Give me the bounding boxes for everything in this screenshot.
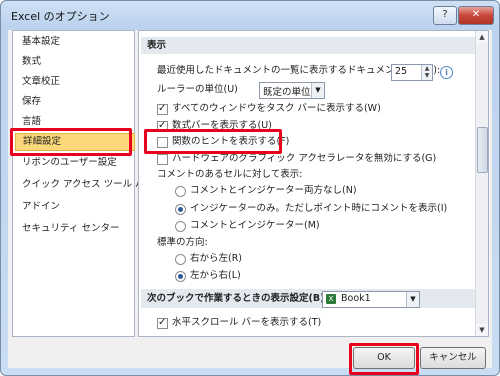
ok-button[interactable]: OK	[353, 347, 415, 369]
sidebar-item-language[interactable]: 言語	[22, 114, 41, 130]
window-title: Excel のオプション	[11, 10, 110, 23]
sidebar-item-formulas[interactable]: 数式	[22, 54, 41, 70]
direction-rtl-radio[interactable]	[175, 254, 186, 265]
comments-none-radio[interactable]	[175, 186, 186, 197]
settings-scrollbar[interactable]: ▲ ▼	[475, 31, 488, 336]
close-button[interactable]: ✕	[458, 6, 494, 25]
ruler-unit-select[interactable]: 既定の単位 ▼	[259, 82, 325, 99]
sidebar-item-general[interactable]: 基本設定	[22, 34, 60, 50]
cancel-button[interactable]: キャンセル	[420, 347, 486, 369]
title-bar: Excel のオプション ? ✕	[1, 1, 499, 29]
scroll-thumb[interactable]	[477, 127, 488, 173]
info-icon[interactable]: i	[440, 66, 453, 79]
dropdown-arrow-icon[interactable]: ▼	[311, 83, 324, 98]
workbook-select[interactable]: X Book1 ▼	[322, 291, 420, 308]
settings-panel: 表示 最近使用したドキュメントの一覧に表示するドキュメントの数(R): 25 ▲…	[138, 30, 489, 337]
dialog-body: 基本設定 数式 文章校正 保存 言語 詳細設定 リボンのユーザー設定 クイック …	[8, 30, 492, 369]
ruler-unit-label: ルーラーの単位(U)	[157, 84, 238, 95]
spinner-arrows-icon[interactable]: ▲ ▼	[421, 65, 432, 80]
sidebar-item-save[interactable]: 保存	[22, 94, 41, 110]
recent-docs-count-input[interactable]: 25 ▲ ▼	[391, 64, 433, 81]
options-dialog: Excel のオプション ? ✕ 基本設定 数式 文章校正 保存 言語 詳細設定…	[0, 0, 500, 376]
sidebar-item-add-ins[interactable]: アドイン	[22, 199, 60, 215]
direction-ltr-radio[interactable]	[175, 271, 186, 282]
excel-workbook-icon: X	[326, 294, 336, 304]
workbook-section-heading: 次のブックで作業するときの表示設定(B):	[141, 289, 475, 308]
direction-label: 標準の方向:	[157, 237, 208, 248]
sidebar-item-proofing[interactable]: 文章校正	[22, 74, 60, 90]
show-function-tips-checkbox[interactable]	[157, 137, 168, 148]
show-hscroll-checkbox[interactable]	[157, 315, 168, 331]
sidebar-item-customize-ribbon[interactable]: リボンのユーザー設定	[22, 155, 117, 171]
comments-label: コメントのあるセルに対して表示:	[157, 169, 303, 180]
sidebar-item-trust-center[interactable]: セキュリティ センター	[22, 221, 119, 237]
show-all-windows-checkbox[interactable]	[157, 101, 168, 117]
disable-hw-accel-checkbox[interactable]	[157, 154, 168, 165]
sidebar-item-quick-access-toolbar[interactable]: クイック アクセス ツール バー	[22, 177, 154, 193]
show-formula-bar-checkbox[interactable]	[157, 118, 168, 134]
category-list: 基本設定 数式 文章校正 保存 言語 詳細設定 リボンのユーザー設定 クイック …	[12, 30, 154, 337]
display-section-heading: 表示	[141, 37, 475, 54]
help-button[interactable]: ?	[433, 6, 457, 25]
comments-indicator-only-radio[interactable]	[175, 204, 186, 215]
dropdown-arrow-icon[interactable]: ▼	[406, 292, 419, 307]
sidebar-item-advanced[interactable]: 詳細設定	[15, 133, 135, 151]
scroll-up-icon[interactable]: ▲	[476, 31, 488, 43]
scroll-down-icon[interactable]: ▼	[476, 324, 488, 336]
comments-both-radio[interactable]	[175, 221, 186, 232]
